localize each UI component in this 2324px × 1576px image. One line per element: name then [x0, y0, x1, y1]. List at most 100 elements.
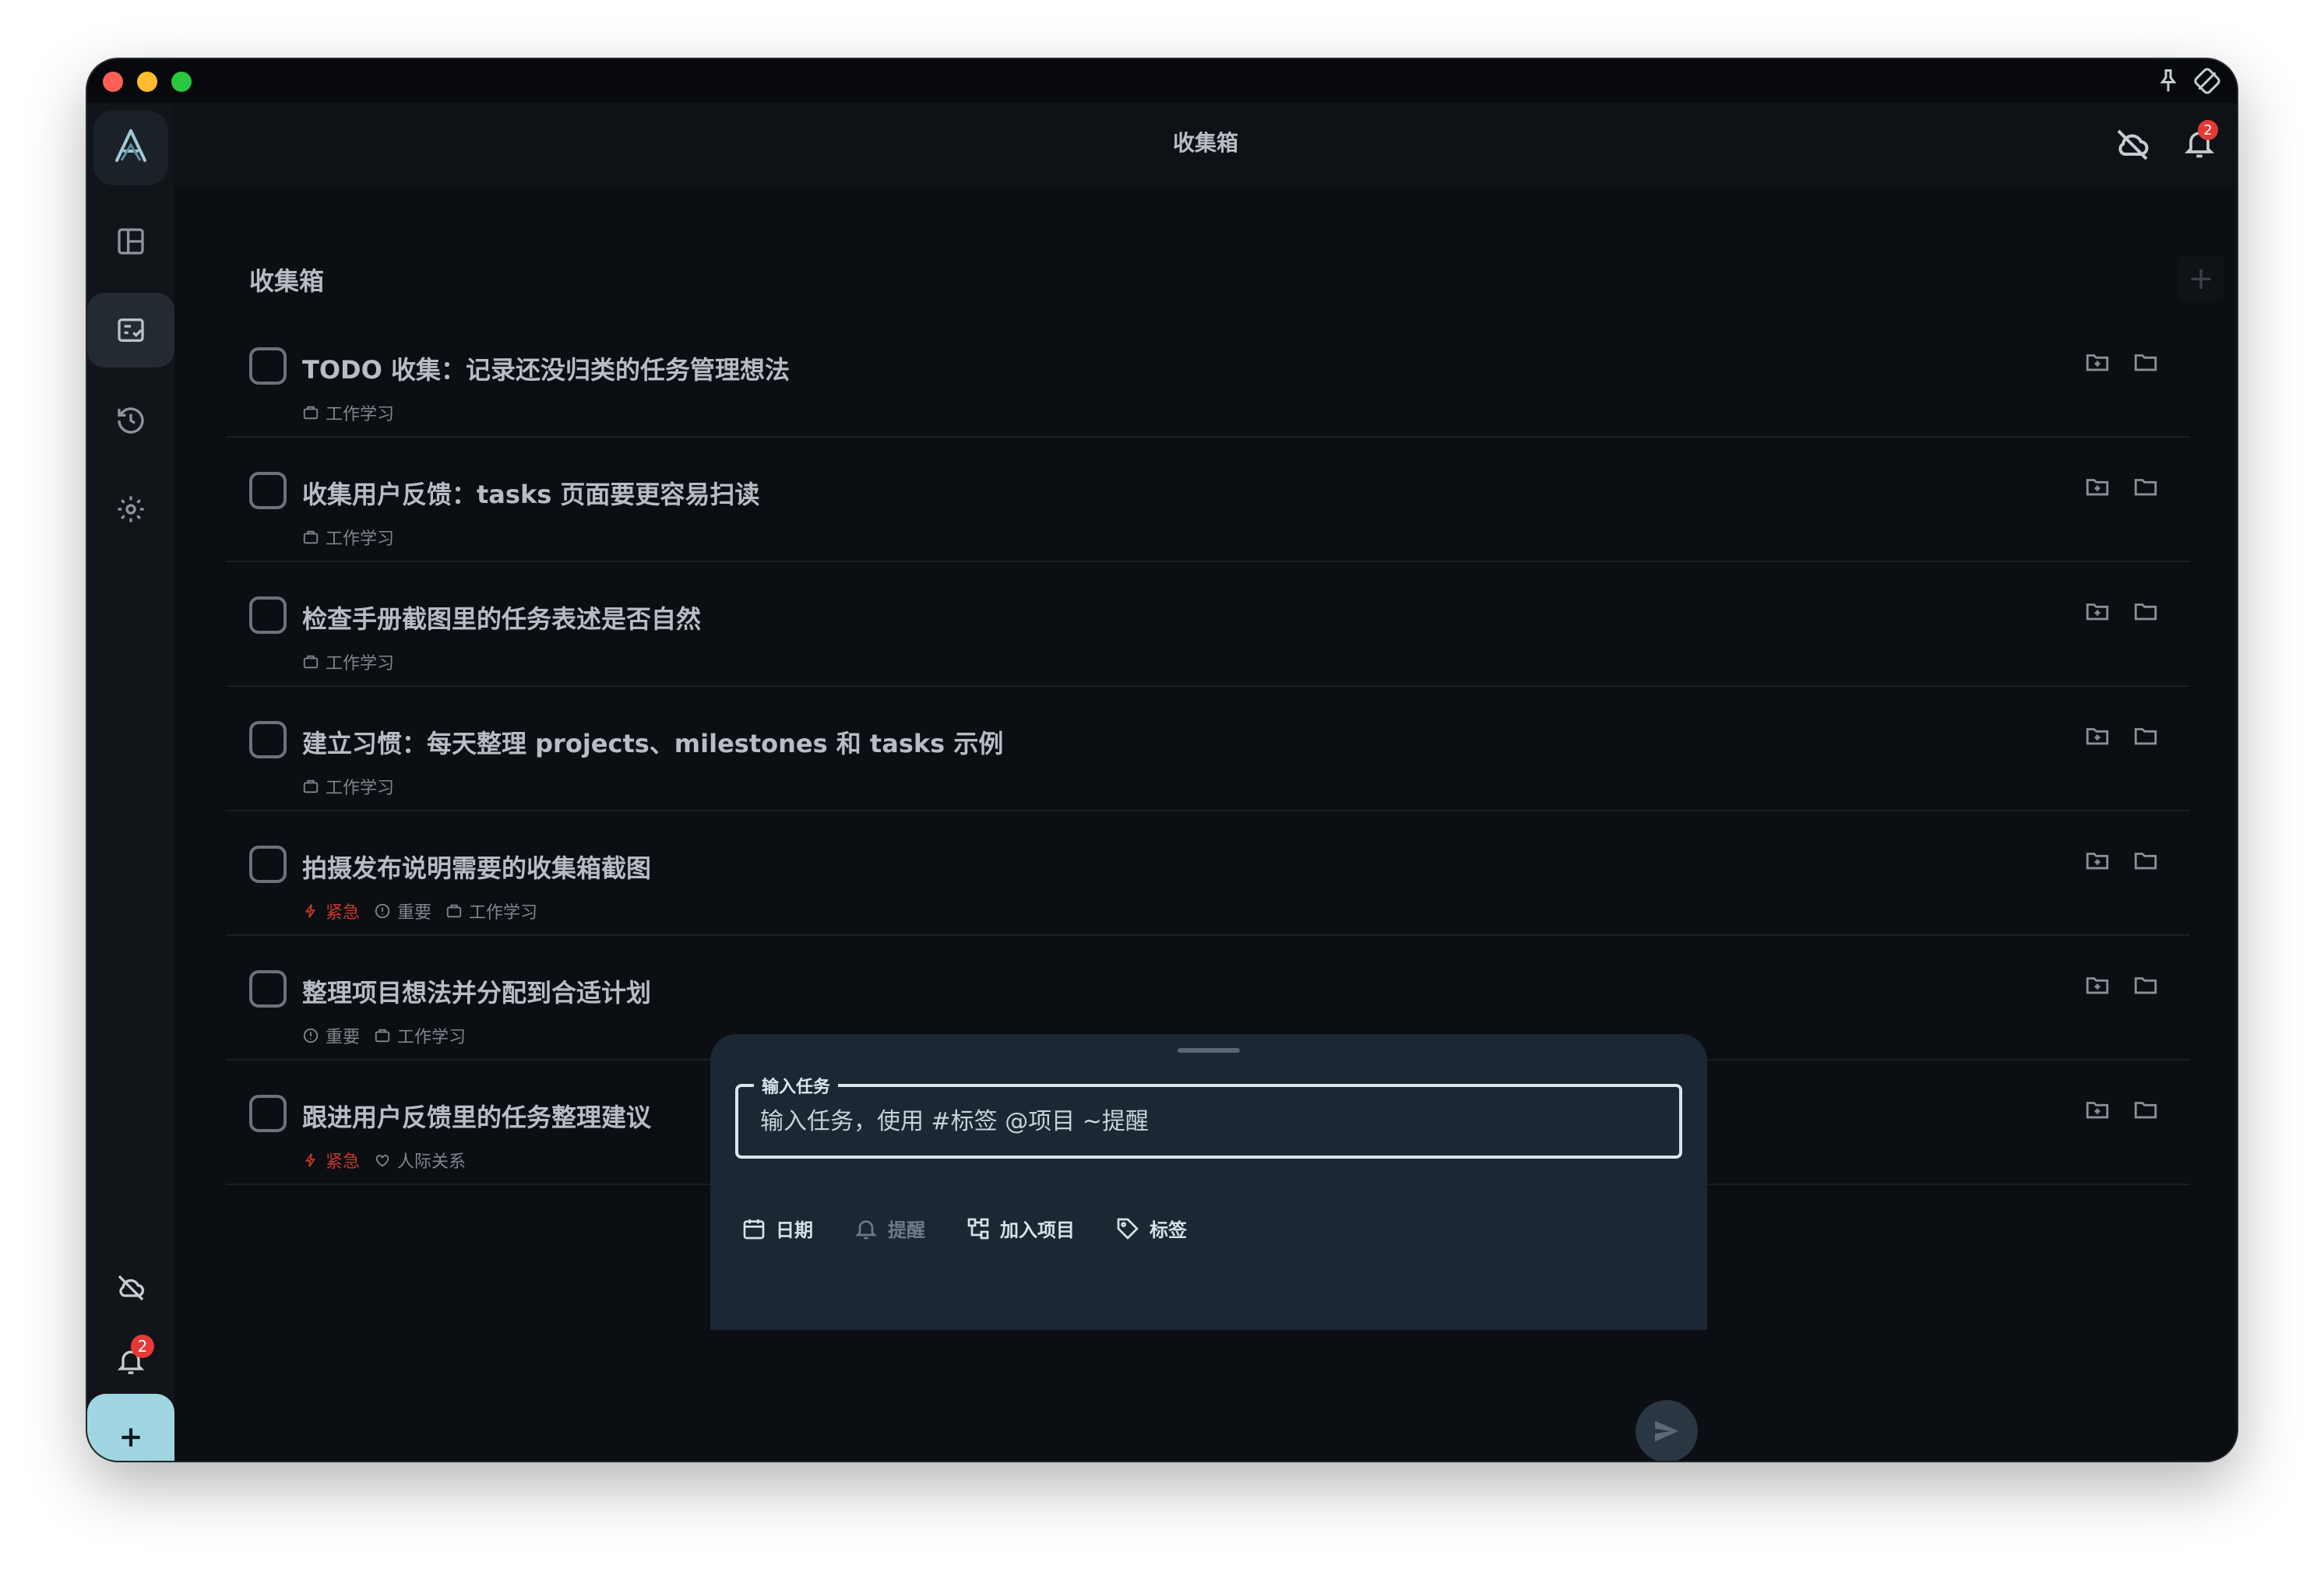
important-icon	[375, 903, 390, 919]
task-meta-project: 工作学习	[302, 774, 394, 799]
open-folder-button[interactable]	[2132, 723, 2159, 752]
reminder-chip-label: 提醒	[888, 1219, 925, 1241]
task-actions	[2084, 723, 2159, 752]
project-icon	[303, 779, 319, 793]
nav-dashboard[interactable]	[87, 204, 174, 279]
project-icon	[303, 655, 319, 669]
task-meta-urgent: 紧急	[302, 1148, 360, 1173]
minimize-window-button[interactable]	[137, 72, 157, 92]
move-to-folder-button[interactable]	[2084, 1096, 2111, 1126]
task-title[interactable]: 收集用户反馈：tasks 页面要更容易扫读	[302, 475, 759, 511]
plus-icon	[121, 1428, 140, 1447]
send-task-button[interactable]	[1636, 1400, 1698, 1461]
task-row[interactable]: 建立习惯：每天整理 projects、milestones 和 tasks 示例…	[226, 693, 2190, 811]
task-row[interactable]: 拍摄发布说明需要的收集箱截图紧急 重要 工作学习	[226, 818, 2190, 936]
move-to-folder-button[interactable]	[2084, 972, 2111, 1001]
move-to-folder-button[interactable]	[2084, 847, 2111, 877]
cloud-off-icon	[2117, 129, 2149, 160]
calendar-icon	[743, 1219, 765, 1239]
title-bar	[87, 59, 2237, 103]
move-to-folder-button[interactable]	[2084, 473, 2111, 503]
task-checkbox[interactable]	[249, 472, 287, 509]
urgent-icon	[305, 904, 316, 918]
task-input-label: 输入任务	[754, 1073, 839, 1098]
task-actions	[2084, 473, 2159, 503]
task-row[interactable]: 收集用户反馈：tasks 页面要更容易扫读工作学习	[226, 444, 2190, 562]
task-title[interactable]: TODO 收集：记录还没归类的任务管理想法	[302, 350, 790, 386]
open-folder-button[interactable]	[2132, 598, 2159, 628]
task-title[interactable]: 检查手册截图里的任务表述是否自然	[302, 600, 701, 635]
project-icon	[303, 406, 319, 420]
task-meta-label: 工作学习	[326, 654, 395, 674]
zoom-window-button[interactable]	[171, 72, 192, 92]
task-meta: 工作学习	[302, 525, 394, 550]
task-checkbox[interactable]	[249, 970, 287, 1008]
pin-icon[interactable]	[2154, 67, 2182, 95]
task-title[interactable]: 建立习惯：每天整理 projects、milestones 和 tasks 示例	[302, 724, 1003, 760]
task-checkbox[interactable]	[249, 596, 287, 634]
open-folder-button[interactable]	[2132, 972, 2159, 1001]
task-meta-label: 工作学习	[326, 779, 395, 798]
header-notification-badge: 2	[2198, 120, 2218, 140]
task-meta-project: 工作学习	[445, 899, 537, 923]
task-title[interactable]: 拍摄发布说明需要的收集箱截图	[302, 849, 651, 885]
reminder-chip[interactable]: 提醒	[854, 1215, 925, 1242]
task-meta-label: 紧急	[326, 903, 361, 923]
folder-plus-icon	[2086, 603, 2109, 621]
task-checkbox[interactable]	[249, 721, 287, 758]
task-meta-important: 重要	[374, 899, 431, 923]
nav-settings[interactable]	[87, 472, 174, 547]
date-chip[interactable]: 日期	[741, 1215, 813, 1242]
task-input[interactable]	[760, 1101, 1656, 1142]
open-folder-button[interactable]	[2132, 847, 2159, 877]
task-checkbox[interactable]	[249, 347, 287, 385]
task-title[interactable]: 跟进用户反馈里的任务整理建议	[302, 1098, 651, 1134]
move-to-folder-button[interactable]	[2084, 349, 2111, 378]
new-task-fab[interactable]	[87, 1394, 174, 1461]
logo-icon	[115, 129, 146, 162]
nav-history[interactable]	[87, 383, 174, 458]
add-project-chip-label: 加入项目	[1000, 1219, 1075, 1241]
open-folder-button[interactable]	[2132, 473, 2159, 503]
task-actions	[2084, 1096, 2159, 1126]
date-chip-label: 日期	[776, 1219, 813, 1241]
history-icon	[118, 407, 144, 434]
task-meta: 工作学习	[302, 774, 394, 799]
nav-inbox[interactable]	[87, 293, 174, 368]
task-meta: 重要 工作学习	[302, 1023, 466, 1048]
header-notifications-button[interactable]: 2	[2182, 120, 2218, 164]
task-checkbox[interactable]	[249, 1095, 287, 1132]
open-folder-button[interactable]	[2132, 349, 2159, 378]
compact-mode-icon[interactable]	[2193, 67, 2221, 95]
top-header: 收集箱 2	[174, 103, 2237, 190]
section-add-button[interactable]: +	[2178, 255, 2224, 302]
open-folder-button[interactable]	[2132, 1096, 2159, 1126]
task-meta-label: 人际关系	[397, 1152, 467, 1172]
task-meta-label: 重要	[326, 1028, 361, 1047]
task-meta-project: 工作学习	[302, 649, 394, 674]
project-tree-icon	[967, 1218, 989, 1239]
composer-actions: 日期 提醒 加入项目 标签	[741, 1215, 1187, 1242]
add-project-chip[interactable]: 加入项目	[966, 1215, 1075, 1242]
cloud-off-icon	[118, 1275, 145, 1301]
task-actions	[2084, 598, 2159, 628]
composer-drag-handle[interactable]	[1178, 1048, 1240, 1053]
task-meta-project: 工作学习	[302, 400, 394, 425]
project-icon	[375, 1029, 390, 1043]
task-meta-label: 重要	[397, 903, 432, 923]
task-actions	[2084, 972, 2159, 1001]
task-row[interactable]: TODO 收集：记录还没归类的任务管理想法工作学习	[226, 319, 2190, 438]
task-title[interactable]: 整理项目想法并分配到合适计划	[302, 973, 651, 1009]
task-meta-label: 工作学习	[397, 1028, 467, 1047]
task-row[interactable]: 检查手册截图里的任务表述是否自然工作学习	[226, 568, 2190, 687]
task-meta: 紧急 重要 工作学习	[302, 899, 537, 923]
header-sync-button[interactable]	[2114, 126, 2151, 164]
close-window-button[interactable]	[103, 72, 123, 92]
move-to-folder-button[interactable]	[2084, 598, 2111, 628]
sync-status-button[interactable]	[87, 1251, 174, 1325]
tag-chip[interactable]: 标签	[1115, 1215, 1187, 1242]
task-meta: 紧急 人际关系	[302, 1148, 466, 1173]
move-to-folder-button[interactable]	[2084, 723, 2111, 752]
task-checkbox[interactable]	[249, 846, 287, 883]
sidebar-notifications-button[interactable]: 2	[87, 1324, 174, 1398]
